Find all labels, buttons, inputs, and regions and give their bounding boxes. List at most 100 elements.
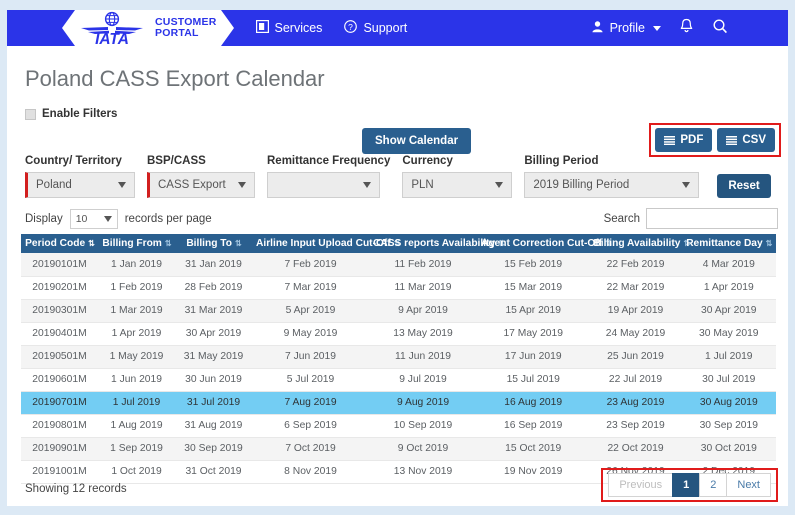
filter-label: Currency <box>402 155 453 167</box>
col-header-agent-correction-cut-off[interactable]: Agent Correction Cut-Off ⇅ <box>476 234 612 253</box>
search-input[interactable] <box>646 208 778 229</box>
bsp-cass-select[interactable]: CASS Export <box>147 172 255 198</box>
cell-cass-reports-availability: 11 Feb 2019 <box>369 253 477 277</box>
col-label: Billing From <box>102 238 162 249</box>
cell-period-code: 20190401M <box>21 322 98 346</box>
cell-cass-reports-availability: 9 Aug 2019 <box>369 391 477 415</box>
top-header: IATA CUSTOMER PORTAL Services ? Support … <box>7 10 788 48</box>
cell-agent-correction-cut-off: 16 Sep 2019 <box>476 414 590 438</box>
col-header-period-code[interactable]: Period Code ⇅ <box>21 234 98 253</box>
select-value: 2019 Billing Period <box>533 179 630 191</box>
cell-remittance-day: 1 Jul 2019 <box>681 345 776 369</box>
search-icon[interactable] <box>712 18 728 39</box>
table-row[interactable]: 20190101M 1 Jan 2019 31 Jan 2019 7 Feb 2019… <box>21 253 776 277</box>
app-page: IATA CUSTOMER PORTAL Services ? Support … <box>0 0 795 515</box>
enable-filters-toggle[interactable]: Enable Filters <box>25 108 788 120</box>
cell-remittance-day: 30 Oct 2019 <box>681 437 776 461</box>
col-label: Billing To <box>186 238 232 249</box>
logo-left-chevron-icon <box>62 10 75 46</box>
show-calendar-button[interactable]: Show Calendar <box>362 128 472 154</box>
cell-billing-from: 1 Jun 2019 <box>98 368 175 392</box>
chevron-down-icon <box>363 182 371 188</box>
filter-country-territory: Country/ Territory Poland <box>25 155 135 198</box>
search-group: Search <box>604 208 778 229</box>
cell-billing-from: 1 Sep 2019 <box>98 437 175 461</box>
cell-billing-from: 1 Jul 2019 <box>98 391 175 415</box>
records-per-page-value: 10 <box>75 212 88 225</box>
table-row[interactable]: 20190801M 1 Aug 2019 31 Aug 2019 6 Sep 2019… <box>21 414 776 438</box>
sort-icon: ⇅ <box>765 238 773 248</box>
iata-customer-portal-logo[interactable]: IATA CUSTOMER PORTAL <box>62 10 234 48</box>
select-value: PLN <box>411 179 434 191</box>
page-title: Poland CASS Export Calendar <box>25 66 325 91</box>
table-row[interactable]: 20190301M 1 Mar 2019 31 Mar 2019 5 Apr 2019… <box>21 299 776 323</box>
profile-label: Profile <box>609 21 645 35</box>
table-row[interactable]: 20190201M 1 Feb 2019 28 Feb 2019 7 Mar 2019… <box>21 276 776 300</box>
cell-billing-to: 28 Feb 2019 <box>175 276 252 300</box>
services-icon <box>255 20 269 36</box>
filter-bsp-cass: BSP/CASS CASS Export <box>147 155 255 198</box>
svg-text:?: ? <box>349 22 354 32</box>
col-header-billing-from[interactable]: Billing From ⇅ <box>98 234 175 253</box>
col-label: Billing Availability <box>593 238 681 249</box>
pagination-next[interactable]: Next <box>726 473 771 497</box>
table-row[interactable]: 20190601M 1 Jun 2019 30 Jun 2019 5 Jul 2019… <box>21 368 776 392</box>
cell-remittance-day: 30 Jul 2019 <box>681 368 776 392</box>
cell-billing-to: 31 May 2019 <box>175 345 252 369</box>
table-row[interactable]: 20190401M 1 Apr 2019 30 Apr 2019 9 May 2019… <box>21 322 776 346</box>
currency-select[interactable]: PLN <box>402 172 513 198</box>
col-label: Remittance Day <box>686 238 763 249</box>
table-row[interactable]: 20190501M 1 May 2019 31 May 2019 7 Jun 2019… <box>21 345 776 369</box>
cell-airline-input-upload-cut-off: 7 Jun 2019 <box>252 345 370 369</box>
col-header-airline-input-upload-cut-off[interactable]: Airline Input Upload Cut-Off ⇅ <box>252 234 400 253</box>
table-header-row: Period Code ⇅ Billing From ⇅ Billing To … <box>21 234 776 253</box>
cass-export-calendar-table: Period Code ⇅ Billing From ⇅ Billing To … <box>21 234 776 484</box>
cell-agent-correction-cut-off: 17 Jun 2019 <box>476 345 590 369</box>
cell-billing-availability: 22 Feb 2019 <box>589 253 682 277</box>
records-per-page-select[interactable]: 10 <box>69 208 118 229</box>
export-pdf-button[interactable]: PDF <box>655 128 713 152</box>
col-header-remittance-day[interactable]: Remittance Day ⇅ <box>681 234 776 253</box>
export-csv-button[interactable]: CSV <box>717 128 775 152</box>
cell-period-code: 20190101M <box>21 253 98 277</box>
cell-period-code: 20190301M <box>21 299 98 323</box>
cell-cass-reports-availability: 13 May 2019 <box>369 322 477 346</box>
col-label: Airline Input Upload Cut-Off <box>256 238 391 249</box>
pagination-1[interactable]: 1 <box>672 473 700 497</box>
export-buttons-group: PDF CSV <box>649 123 781 157</box>
enable-filters-label: Enable Filters <box>42 108 118 120</box>
reset-button[interactable]: Reset <box>717 174 771 198</box>
cell-billing-availability: 24 May 2019 <box>589 322 682 346</box>
cell-billing-from: 1 Mar 2019 <box>98 299 175 323</box>
table-head: Period Code ⇅ Billing From ⇅ Billing To … <box>21 234 776 253</box>
cell-airline-input-upload-cut-off: 9 May 2019 <box>252 322 370 346</box>
col-header-cass-reports-availability[interactable]: CASS reports Availability ⇅ <box>369 234 505 253</box>
nav-item-support[interactable]: ? Support <box>344 20 407 36</box>
cell-agent-correction-cut-off: 15 Oct 2019 <box>476 437 590 461</box>
cell-billing-from: 1 Oct 2019 <box>98 460 175 484</box>
chevron-down-icon <box>118 182 126 188</box>
cell-agent-correction-cut-off: 15 Feb 2019 <box>476 253 590 277</box>
country-territory-select[interactable]: Poland <box>25 172 135 198</box>
table-row[interactable]: 20190701M 1 Jul 2019 31 Jul 2019 7 Aug 2019… <box>21 391 776 415</box>
sort-icon: ⇅ <box>234 238 242 248</box>
remittance-frequency-select[interactable] <box>267 172 380 198</box>
header-nav: Services ? Support <box>255 20 407 36</box>
col-header-billing-availability[interactable]: Billing Availability ⇅ <box>589 234 690 253</box>
table-row[interactable]: 20190901M 1 Sep 2019 30 Sep 2019 7 Oct 2019… <box>21 437 776 461</box>
cell-remittance-day: 30 Apr 2019 <box>681 299 776 323</box>
cell-billing-from: 1 May 2019 <box>98 345 175 369</box>
pagination-2[interactable]: 2 <box>699 473 727 497</box>
cell-cass-reports-availability: 11 Mar 2019 <box>369 276 477 300</box>
col-header-billing-to[interactable]: Billing To ⇅ <box>175 234 252 253</box>
enable-filters-checkbox[interactable] <box>25 108 36 120</box>
cell-billing-availability: 23 Aug 2019 <box>589 391 682 415</box>
bell-icon[interactable] <box>679 18 694 39</box>
billing-period-select[interactable]: 2019 Billing Period <box>524 172 700 198</box>
sort-icon: ⇅ <box>164 238 172 248</box>
cell-airline-input-upload-cut-off: 7 Oct 2019 <box>252 437 370 461</box>
logo-right-chevron-icon <box>220 10 234 46</box>
nav-item-services[interactable]: Services <box>255 20 322 36</box>
cell-billing-to: 30 Jun 2019 <box>175 368 252 392</box>
profile-menu[interactable]: Profile <box>591 20 661 36</box>
